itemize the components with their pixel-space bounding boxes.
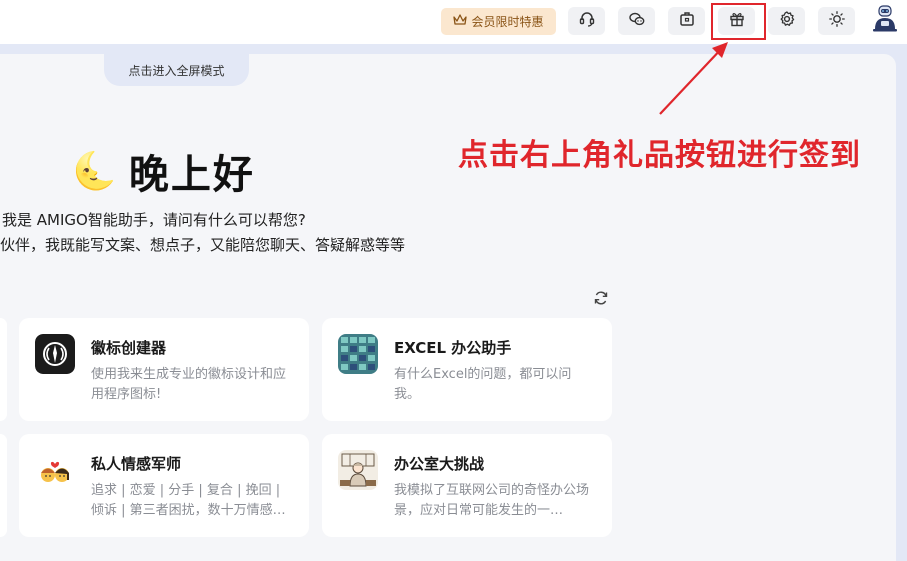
assistant-card-logo-creator[interactable]: 徽标创建器 使用我来生成专业的徽标设计和应用程序图标! <box>19 318 309 421</box>
robot-avatar-icon[interactable] <box>870 3 900 33</box>
card-title: 私人情感军师 <box>91 455 182 473</box>
wechat-button[interactable] <box>618 7 655 35</box>
card-title: EXCEL 办公助手 <box>394 339 512 357</box>
gift-icon <box>728 10 746 32</box>
card-description: 使用我来生成专业的徽标设计和应用程序图标! <box>91 367 287 402</box>
theme-toggle-button[interactable] <box>818 7 855 35</box>
annotation-arrow <box>659 42 728 115</box>
fullscreen-toggle[interactable]: 点击进入全屏模式 <box>104 54 249 86</box>
card-partial-left[interactable] <box>0 434 7 537</box>
gear-icon <box>778 10 796 32</box>
vip-offer-button[interactable]: 会员限时特惠 <box>441 8 556 35</box>
logo-creator-icon <box>35 334 75 374</box>
customer-service-button[interactable] <box>568 7 605 35</box>
fullscreen-label: 点击进入全屏模式 <box>128 63 225 78</box>
office-challenge-icon <box>338 450 378 490</box>
top-toolbar: 会员限时特惠 <box>0 0 907 44</box>
assistant-card-relationship[interactable]: 私人情感军师 追求 | 恋爱 | 分手 | 复合 | 挽回 | 倾诉 | 第三者… <box>19 434 309 537</box>
briefcase-icon <box>678 10 696 32</box>
intro-text-line-2: 伙伴，我既能写文案、想点子，又能陪您聊天、答疑解惑等等 <box>0 236 406 254</box>
vip-offer-label: 会员限时特惠 <box>471 15 544 29</box>
card-description: 我模拟了互联网公司的奇怪办公场景，应对日常可能发生的一… <box>394 483 590 518</box>
card-title: 徽标创建器 <box>91 339 167 357</box>
refresh-icon[interactable] <box>593 290 609 306</box>
crescent-moon-icon: 🌜 <box>72 151 117 192</box>
intro-text-line-1: 我是 AMIGO智能助手，请问有什么可以帮您? <box>2 211 306 229</box>
annotation-text: 点击右上角礼品按钮进行签到 <box>458 138 861 173</box>
greeting: 🌜 晚上好 <box>72 146 255 198</box>
excel-assistant-icon <box>338 334 378 374</box>
card-title: 办公室大挑战 <box>394 455 485 473</box>
crown-icon <box>453 14 468 29</box>
headset-icon <box>578 10 596 32</box>
briefcase-button[interactable] <box>668 7 705 35</box>
couple-emoji-icon <box>35 450 75 490</box>
gift-button[interactable] <box>718 7 755 35</box>
assistant-card-excel[interactable]: EXCEL 办公助手 有什么Excel的问题，都可以问我。 <box>322 318 612 421</box>
settings-button[interactable] <box>768 7 805 35</box>
card-description: 追求 | 恋爱 | 分手 | 复合 | 挽回 | 倾诉 | 第三者困扰，数十万情… <box>91 483 286 518</box>
sun-icon <box>828 10 846 32</box>
card-description: 有什么Excel的问题，都可以问我。 <box>394 367 572 402</box>
greeting-title: 晚上好 <box>128 152 255 198</box>
assistant-card-office[interactable]: 办公室大挑战 我模拟了互联网公司的奇怪办公场景，应对日常可能发生的一… <box>322 434 612 537</box>
card-partial-left[interactable] <box>0 318 7 421</box>
wechat-icon <box>628 10 646 32</box>
